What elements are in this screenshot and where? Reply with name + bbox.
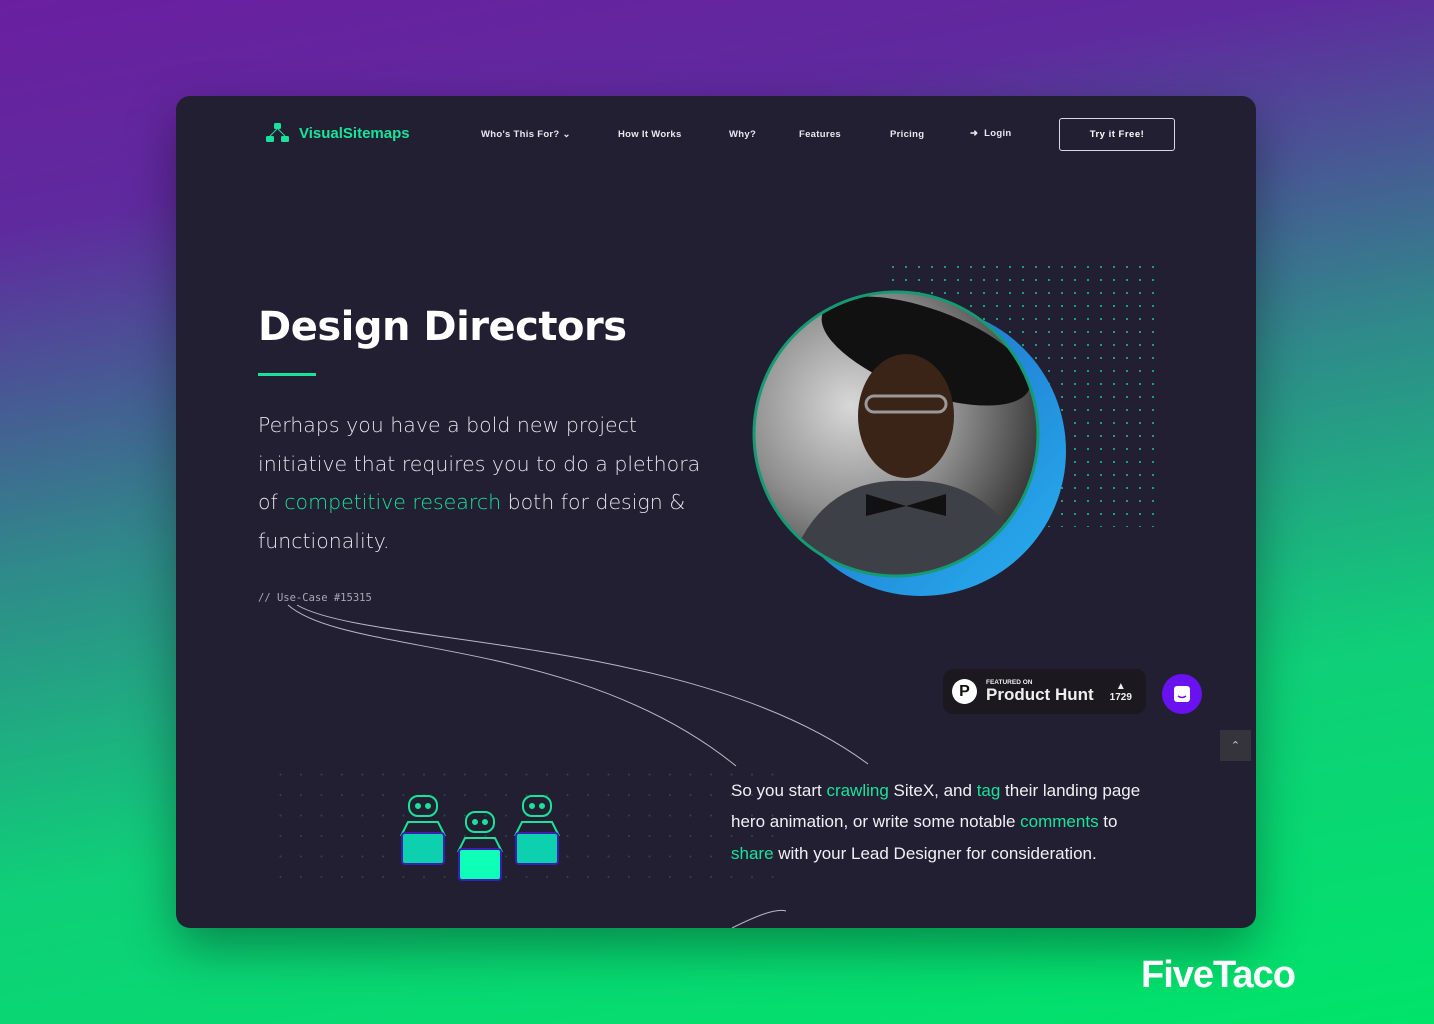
- product-hunt-icon: P: [952, 679, 977, 704]
- chevron-up-icon: ⌃: [1230, 740, 1241, 752]
- share-link[interactable]: share: [731, 844, 774, 863]
- dot-grid-bottom: [268, 761, 778, 891]
- vote-count: 1729: [1109, 691, 1132, 703]
- website-card: VisualSitemaps Who's This For? ⌄ How It …: [176, 96, 1256, 928]
- use-case-description: So you start crawling SiteX, and tag the…: [731, 781, 1141, 863]
- fivetaco-watermark: FiveTaco: [1141, 954, 1296, 996]
- crawling-link[interactable]: crawling: [826, 781, 888, 800]
- scroll-to-top-button[interactable]: ⌃: [1220, 730, 1251, 761]
- comments-link[interactable]: comments: [1020, 812, 1098, 831]
- upvote-icon: ▲: [1115, 680, 1126, 692]
- chat-button[interactable]: [1162, 674, 1202, 714]
- tag-link[interactable]: tag: [977, 781, 1001, 800]
- product-hunt-badge[interactable]: P FEATURED ON Product Hunt ▲ 1729: [943, 669, 1146, 714]
- product-hunt-name: Product Hunt: [986, 684, 1094, 704]
- chat-icon: [1174, 686, 1190, 702]
